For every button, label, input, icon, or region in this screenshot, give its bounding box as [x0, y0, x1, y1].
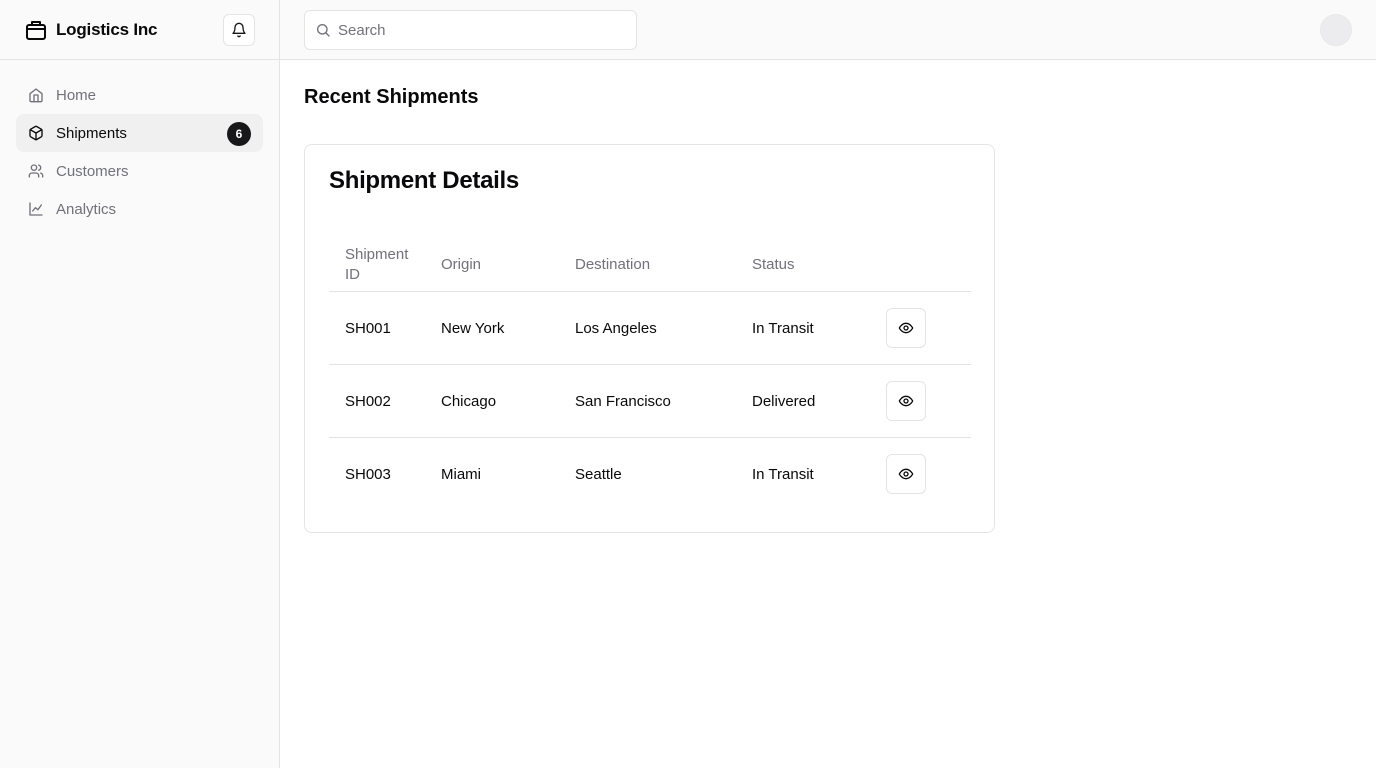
eye-icon [898, 320, 914, 336]
shipment-id-cell: SH003 [345, 465, 391, 483]
search-icon [315, 22, 331, 38]
sidebar: Logistics Inc Home Shipments 6 Customers… [0, 0, 280, 768]
sidebar-item-label: Analytics [56, 200, 117, 218]
column-header-destination[interactable]: Destination [559, 235, 736, 292]
avatar[interactable] [1320, 14, 1352, 46]
view-shipment-button[interactable] [886, 454, 926, 495]
shipment-id-cell: SH002 [329, 364, 425, 438]
package-box-icon [24, 18, 48, 42]
search-input[interactable] [338, 21, 618, 39]
status-cell: In Transit [752, 465, 814, 483]
table-row: SH003 Miami Seattle In Transit [329, 438, 971, 511]
sidebar-item-home[interactable]: Home [16, 76, 263, 114]
table-row: SH001 New York Los Angeles In Transit [329, 291, 971, 365]
card-title: Shipment Details [329, 167, 519, 194]
users-icon [28, 163, 44, 179]
destination-cell: Los Angeles [559, 291, 736, 365]
shipments-count-badge: 6 [227, 122, 251, 146]
origin-cell: Miami [441, 465, 481, 483]
column-header-actions [870, 235, 971, 292]
eye-icon [898, 393, 914, 409]
view-shipment-button[interactable] [886, 381, 926, 421]
search-box[interactable] [304, 10, 637, 50]
sidebar-item-shipments[interactable]: Shipments 6 [16, 114, 263, 152]
actions-cell [870, 438, 971, 511]
shipment-details-card: Shipment Details Shipment ID Origin Dest… [304, 144, 995, 533]
origin-cell: Chicago [425, 364, 559, 438]
brand-name[interactable]: Logistics Inc [56, 20, 158, 40]
sidebar-item-customers[interactable]: Customers [16, 152, 263, 190]
sidebar-item-label: Shipments [56, 124, 127, 142]
actions-cell [870, 364, 971, 438]
sidebar-item-label: Home [56, 86, 97, 104]
topbar [280, 0, 1376, 60]
destination-cell: Seattle [575, 465, 622, 483]
origin-cell: New York [425, 291, 559, 365]
notifications-button[interactable] [223, 14, 255, 46]
destination-cell: San Francisco [559, 364, 736, 438]
column-header-shipment-id[interactable]: Shipment ID [329, 235, 425, 292]
home-icon [28, 87, 44, 103]
page-title: Recent Shipments [304, 86, 479, 108]
package-icon [28, 125, 44, 141]
line-chart-icon [28, 201, 44, 217]
shipments-table: Shipment ID Origin Destination Status SH… [329, 235, 971, 511]
sidebar-item-analytics[interactable]: Analytics [16, 190, 263, 228]
sidebar-item-label: Customers [56, 162, 129, 180]
sidebar-header: Logistics Inc [0, 0, 279, 60]
eye-icon [898, 466, 914, 482]
column-header-origin[interactable]: Origin [425, 235, 559, 292]
actions-cell [870, 291, 971, 365]
shipment-id-cell: SH001 [329, 291, 425, 365]
status-cell: Delivered [736, 364, 870, 438]
bell-icon [231, 22, 247, 38]
table-row: SH002 Chicago San Francisco Delivered [329, 364, 971, 438]
status-cell: In Transit [736, 291, 870, 365]
column-header-status[interactable]: Status [736, 235, 870, 292]
view-shipment-button[interactable] [886, 308, 926, 348]
table-header-row: Shipment ID Origin Destination Status [329, 235, 971, 292]
sidebar-nav: Home Shipments 6 Customers Analytics [0, 60, 279, 244]
